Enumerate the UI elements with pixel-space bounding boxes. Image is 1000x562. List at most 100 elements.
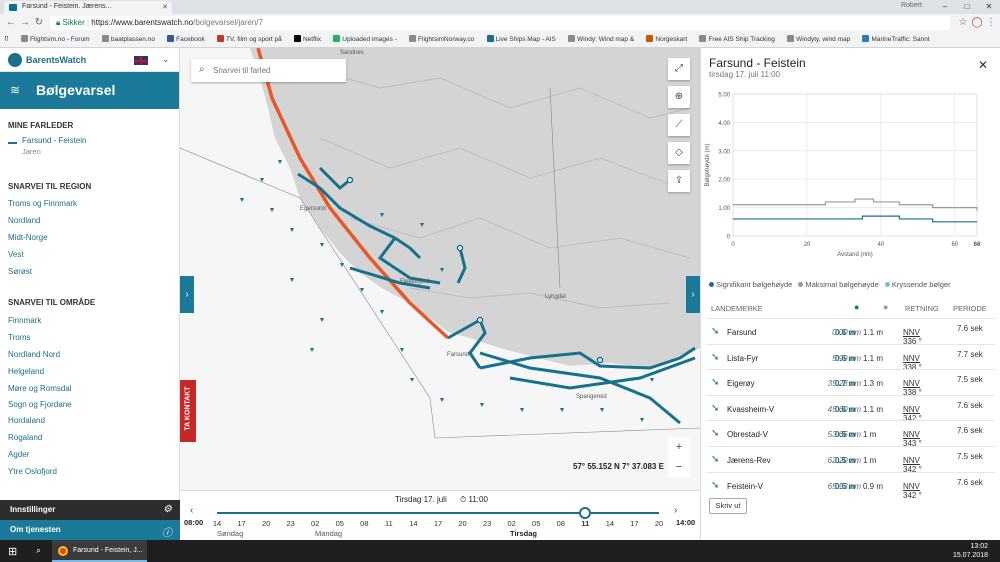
- zoom-in-button[interactable]: +: [668, 437, 690, 457]
- gear-icon[interactable]: ⚙: [163, 504, 172, 515]
- bookmark-item[interactable]: FlightsimNorway.co: [405, 32, 480, 47]
- hour-tick[interactable]: 23: [284, 519, 298, 528]
- map[interactable]: Sandnes Egersund Flekkefjord Lyngdal Far…: [180, 48, 700, 490]
- area-link[interactable]: Ytre Oslofjord: [8, 467, 57, 476]
- bookmark-item[interactable]: Free AIS Ship Tracking: [695, 32, 780, 47]
- region-link[interactable]: Midt-Norge: [8, 233, 48, 242]
- table-row[interactable]: ➘ Feistein-V 65.53 nm 0.5 m 0.9 m 7.6 sek 342 …: [707, 471, 995, 500]
- hour-tick[interactable]: 17: [431, 519, 445, 528]
- about-bar[interactable]: Om tjenesten ⓘ: [0, 520, 180, 540]
- bookmark-item[interactable]: Windyty, wind map: [783, 32, 856, 47]
- hour-tick[interactable]: 05: [529, 519, 543, 528]
- wave-direction-code[interactable]: NNV: [903, 430, 920, 439]
- bookmark-item[interactable]: Live Ships Map - AIS: [483, 32, 562, 47]
- sidebar-toggle[interactable]: ›: [180, 276, 194, 313]
- browser-menu-icon[interactable]: ⋮: [984, 16, 998, 30]
- bookmark-item[interactable]: baatplassen.no: [98, 32, 161, 47]
- bookmark-item[interactable]: Windy: Wind map &: [564, 32, 640, 47]
- bookmark-item[interactable]: Netflix: [290, 32, 327, 47]
- hour-tick[interactable]: 17: [627, 519, 641, 528]
- area-link[interactable]: Sogn og Fjordane: [8, 400, 72, 409]
- time-slider-track[interactable]: [217, 512, 659, 514]
- time-slider-knob[interactable]: [579, 507, 591, 519]
- taskbar-chrome-app[interactable]: Farsund - Feistein, J...: [52, 540, 147, 562]
- bookmark-item[interactable]: Flightsim.no - Forum: [17, 32, 96, 47]
- measure-button[interactable]: ⟋: [668, 114, 690, 136]
- area-link[interactable]: Nordland Nord: [8, 350, 60, 359]
- area-link[interactable]: Troms: [8, 333, 30, 342]
- reload-icon[interactable]: ↻: [32, 16, 46, 30]
- bookmark-item[interactable]: MarineTraffic: Sannt: [858, 32, 935, 47]
- zoom-out-button[interactable]: −: [668, 457, 690, 477]
- print-button[interactable]: Skriv ut: [709, 498, 747, 514]
- system-clock[interactable]: 13:02 15.07.2018: [953, 542, 988, 560]
- hour-tick[interactable]: 05: [333, 519, 347, 528]
- wave-direction-code[interactable]: NNV: [903, 328, 920, 337]
- hour-tick[interactable]: 14: [406, 519, 420, 528]
- next-time-icon[interactable]: ›: [674, 505, 677, 516]
- search-icon[interactable]: ⌕: [36, 545, 41, 556]
- hour-tick[interactable]: 14: [603, 519, 617, 528]
- hour-tick[interactable]: 17: [235, 519, 249, 528]
- logo-text[interactable]: BarentsWatch: [26, 55, 86, 65]
- layers-button[interactable]: ◇: [668, 142, 690, 164]
- hour-tick[interactable]: 20: [456, 519, 470, 528]
- map-canvas[interactable]: Sandnes Egersund Flekkefjord Lyngdal Far…: [180, 48, 700, 490]
- hour-tick[interactable]: 20: [259, 519, 273, 528]
- table-row[interactable]: ➘ Farsund 0.00 nm 0.6 m 1.1 m 7.6 sek 336 ° NN…: [707, 318, 995, 346]
- share-button[interactable]: ⇪: [668, 170, 690, 192]
- browser-user[interactable]: Robert: [901, 2, 922, 9]
- opera-extension-icon[interactable]: ◯: [970, 16, 984, 30]
- hour-tick[interactable]: 14: [210, 519, 224, 528]
- search-input[interactable]: [213, 63, 338, 77]
- hour-tick[interactable]: 08: [357, 519, 371, 528]
- hour-tick[interactable]: 20: [652, 519, 666, 528]
- table-row[interactable]: ➘ Kvassheim-V 45.60 nm 0.6 m 1.1 m 7.6 sek 342…: [707, 394, 995, 423]
- close-tab-icon[interactable]: ✕: [162, 3, 168, 11]
- region-link[interactable]: Nordland: [8, 216, 40, 225]
- browser-tab[interactable]: Farsund - Feistein. Jærens... ✕: [4, 1, 172, 14]
- table-row[interactable]: ➘ Obrestad-V 53.66 nm 0.5 m1 m 7.6 sek 343 ° …: [707, 420, 995, 448]
- prev-time-icon[interactable]: ‹: [190, 505, 193, 516]
- windows-start-icon[interactable]: ⊞: [8, 545, 17, 558]
- bookmark-item[interactable]: Norgeskart: [642, 32, 693, 47]
- area-link[interactable]: Hordaland: [8, 416, 45, 425]
- hour-tick[interactable]: 11: [382, 519, 396, 528]
- region-link[interactable]: Vest: [8, 250, 24, 259]
- settings-bar[interactable]: Innstillinger ⚙: [0, 500, 180, 520]
- forward-icon[interactable]: →: [18, 16, 32, 30]
- hour-tick[interactable]: 08: [554, 519, 568, 528]
- minimize-icon[interactable]: –: [934, 0, 956, 14]
- area-link[interactable]: Møre og Romsdal: [8, 384, 72, 393]
- bookmark-star-icon[interactable]: ☆: [956, 16, 970, 30]
- wave-direction-code[interactable]: NNV: [903, 379, 920, 388]
- area-link[interactable]: Agder: [8, 450, 29, 459]
- table-row[interactable]: ➘ Lista-Fyr 5.99 nm 0.6 m 1.1 m 7.7 sek 338 ° …: [707, 343, 995, 372]
- contact-tab[interactable]: TA KONTAKT: [180, 380, 196, 442]
- panel-toggle[interactable]: ›: [686, 276, 700, 313]
- region-link[interactable]: Troms og Finnmark: [8, 199, 77, 208]
- url-field[interactable]: 🔒︎ Sikker | https://www.barentswatch.no/…: [50, 16, 950, 30]
- wave-direction-code[interactable]: NNV: [903, 354, 920, 363]
- window-close-icon[interactable]: ✕: [978, 0, 1000, 14]
- info-icon[interactable]: ⓘ: [162, 524, 172, 539]
- locate-button[interactable]: ⊕: [668, 86, 690, 108]
- bookmark-item[interactable]: TV, film og sport på: [213, 32, 288, 47]
- fullscreen-button[interactable]: ⤢: [668, 58, 690, 80]
- area-link[interactable]: Rogaland: [8, 433, 42, 442]
- region-link[interactable]: Sørøst: [8, 267, 32, 276]
- table-row[interactable]: ➘ Jærens-Rev 62.20 nm 0.5 m1 m 7.5 sek 342 ° …: [707, 445, 995, 474]
- bookmark-item[interactable]: Facebook: [163, 32, 211, 47]
- wave-direction-code[interactable]: NNV: [903, 405, 920, 414]
- apps-icon[interactable]: ⠿: [0, 32, 15, 47]
- uk-flag-icon[interactable]: [134, 56, 148, 65]
- bookmark-item[interactable]: Uploaded images -: [329, 32, 403, 47]
- chevron-down-icon[interactable]: ⌄: [162, 54, 170, 65]
- close-icon[interactable]: ✕: [978, 58, 988, 72]
- table-row[interactable]: ➘ Eigerøy 35.28 nm 0.7 m 1.3 m 7.5 sek 338 ° N…: [707, 369, 995, 397]
- wave-direction-code[interactable]: NNV: [903, 482, 920, 491]
- hour-tick[interactable]: 02: [505, 519, 519, 528]
- maximize-icon[interactable]: □: [956, 0, 978, 14]
- hour-tick[interactable]: 23: [480, 519, 494, 528]
- area-link[interactable]: Finnmark: [8, 316, 41, 325]
